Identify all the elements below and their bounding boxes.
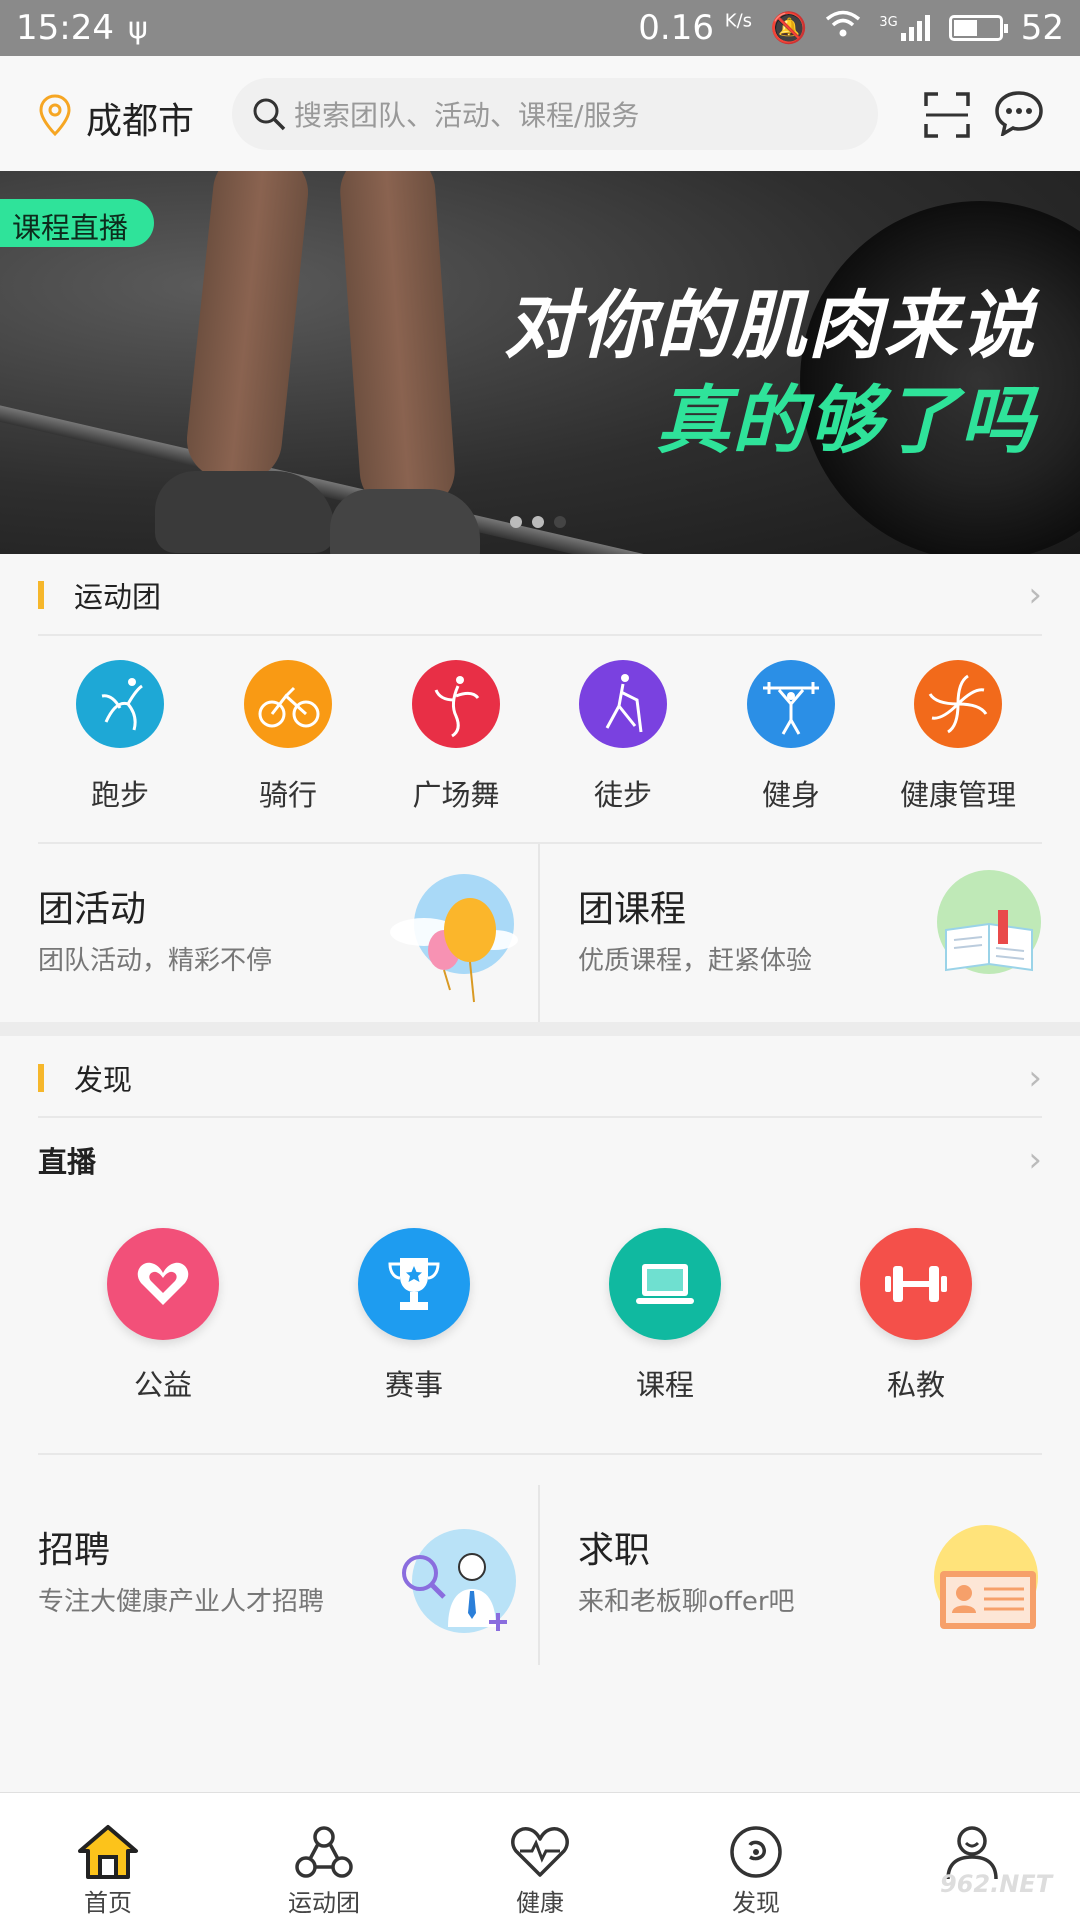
tab-sports-group[interactable]: 运动团: [216, 1793, 432, 1920]
compass-icon: [730, 1826, 782, 1878]
banner-leg: [337, 171, 458, 514]
home-icon: [78, 1825, 138, 1879]
tab-profile[interactable]: [864, 1793, 1080, 1920]
net-speed: 0.16 K/s: [638, 8, 753, 48]
heartbeat-icon: [511, 1827, 569, 1877]
heart-icon: [107, 1228, 219, 1340]
recruit-card[interactable]: 招聘 专注大健康产业人才招聘: [0, 1485, 538, 1665]
chevron-right-icon: ›: [1028, 1140, 1042, 1180]
section-gap: [0, 1022, 1080, 1036]
sports-group-header[interactable]: 运动团 ›: [38, 555, 1042, 635]
chevron-right-icon: ›: [1028, 575, 1042, 615]
group-icon: [295, 1826, 353, 1878]
discover-item-events[interactable]: 赛事: [334, 1228, 494, 1404]
category-fitness[interactable]: 健身: [721, 660, 861, 814]
job-seeking-card[interactable]: 求职 来和老板聊offer吧: [540, 1485, 1078, 1665]
usb-icon: ψ: [127, 10, 148, 46]
divider: [38, 1453, 1042, 1455]
watermark-logo: 962.NET: [940, 1870, 1053, 1898]
health-management-icon: [914, 660, 1002, 748]
tab-discover[interactable]: 发现: [648, 1793, 864, 1920]
carousel-dot[interactable]: [510, 516, 522, 528]
fitness-icon: [747, 660, 835, 748]
section-marker: [38, 581, 44, 609]
banner-headline: 对你的肌肉来说: [504, 283, 1036, 369]
header: 成都市 搜索团队、活动、课程/服务: [0, 56, 1080, 171]
status-bar: 15:24 ψ 0.16 K/s 🔕 3G 52: [0, 0, 1080, 56]
search-placeholder: 搜索团队、活动、课程/服务: [294, 99, 640, 132]
status-time: 15:24: [16, 8, 114, 48]
balloon-icon: [390, 874, 518, 1003]
signal-icon: 3G: [879, 15, 930, 41]
card-subtitle: 优质课程，赶紧体验: [578, 946, 813, 976]
book-icon: [937, 870, 1041, 974]
card-title: 求职: [578, 1530, 651, 1571]
trophy-icon: [358, 1228, 470, 1340]
category-cycling[interactable]: 骑行: [218, 660, 358, 814]
carousel-dot[interactable]: [532, 516, 544, 528]
card-title: 团课程: [578, 889, 687, 930]
carousel-dot[interactable]: [554, 516, 566, 528]
card-subtitle: 来和老板聊offer吧: [578, 1587, 795, 1617]
card-title: 团活动: [38, 889, 147, 930]
banner-tag: 课程直播: [0, 199, 155, 247]
carousel-dots: [510, 516, 566, 528]
group-cards: 团活动 团队活动，精彩不停 团课程 优质课程，赶紧体验: [0, 844, 1080, 1024]
scan-icon[interactable]: [924, 92, 970, 138]
laptop-icon: [609, 1228, 721, 1340]
city-selector[interactable]: 成都市: [86, 92, 194, 144]
cycling-icon: [244, 660, 332, 748]
live-title: 直播: [38, 1145, 97, 1179]
discover-item-private-coach[interactable]: 私教: [836, 1228, 996, 1404]
discover-header[interactable]: 发现 ›: [38, 1038, 1042, 1118]
divider: [38, 1116, 1042, 1118]
divider: [38, 634, 1042, 636]
group-course-card[interactable]: 团课程 优质课程，赶紧体验: [540, 844, 1078, 1024]
mute-icon: 🔕: [770, 10, 808, 46]
card-subtitle: 团队活动，精彩不停: [38, 946, 273, 976]
section-title: 发现: [74, 1063, 133, 1097]
banner-subheadline: 真的够了吗: [656, 378, 1036, 464]
resume-icon: [934, 1525, 1038, 1629]
card-title: 招聘: [38, 1530, 111, 1571]
card-subtitle: 专注大健康产业人才招聘: [38, 1587, 325, 1617]
group-activity-card[interactable]: 团活动 团队活动，精彩不停: [0, 844, 538, 1024]
section-title: 运动团: [74, 580, 162, 614]
category-hiking[interactable]: 徒步: [553, 660, 693, 814]
banner-shoe: [330, 489, 480, 554]
hiking-icon: [579, 660, 667, 748]
discover-items: 公益 赛事 课程 私教: [0, 1228, 1080, 1408]
bottom-tab-bar: 首页 运动团 健康 发现: [0, 1792, 1080, 1920]
sport-categories: 跑步 骑行 广场舞 徒步 健身 健康管理: [0, 660, 1080, 840]
banner-shoe: [155, 471, 335, 553]
recruit-icon: [402, 1529, 516, 1633]
search-icon: [253, 98, 286, 131]
wifi-icon: [825, 10, 861, 46]
category-square-dance[interactable]: 广场舞: [386, 660, 526, 814]
message-icon[interactable]: [994, 90, 1044, 136]
location-pin-icon[interactable]: [38, 94, 72, 136]
category-health-management[interactable]: 健康管理: [888, 660, 1028, 814]
live-header[interactable]: 直播 ›: [38, 1120, 1042, 1200]
dance-icon: [412, 660, 500, 748]
tab-health[interactable]: 健康: [432, 1793, 648, 1920]
chevron-right-icon: ›: [1028, 1058, 1042, 1098]
promo-banner[interactable]: 课程直播 对你的肌肉来说 真的够了吗: [0, 171, 1080, 554]
battery-percent: 52: [1020, 8, 1064, 48]
battery-icon: [948, 15, 1008, 41]
category-running[interactable]: 跑步: [50, 660, 190, 814]
discover-item-charity[interactable]: 公益: [83, 1228, 243, 1404]
search-input[interactable]: 搜索团队、活动、课程/服务: [232, 78, 878, 150]
tab-home[interactable]: 首页: [0, 1793, 216, 1920]
discover-item-course[interactable]: 课程: [585, 1228, 745, 1404]
career-cards: 招聘 专注大健康产业人才招聘 求职 来和老板聊offer吧: [0, 1485, 1080, 1665]
banner-leg: [183, 171, 312, 486]
dumbbell-icon: [860, 1228, 972, 1340]
running-icon: [76, 660, 164, 748]
section-marker: [38, 1064, 44, 1092]
